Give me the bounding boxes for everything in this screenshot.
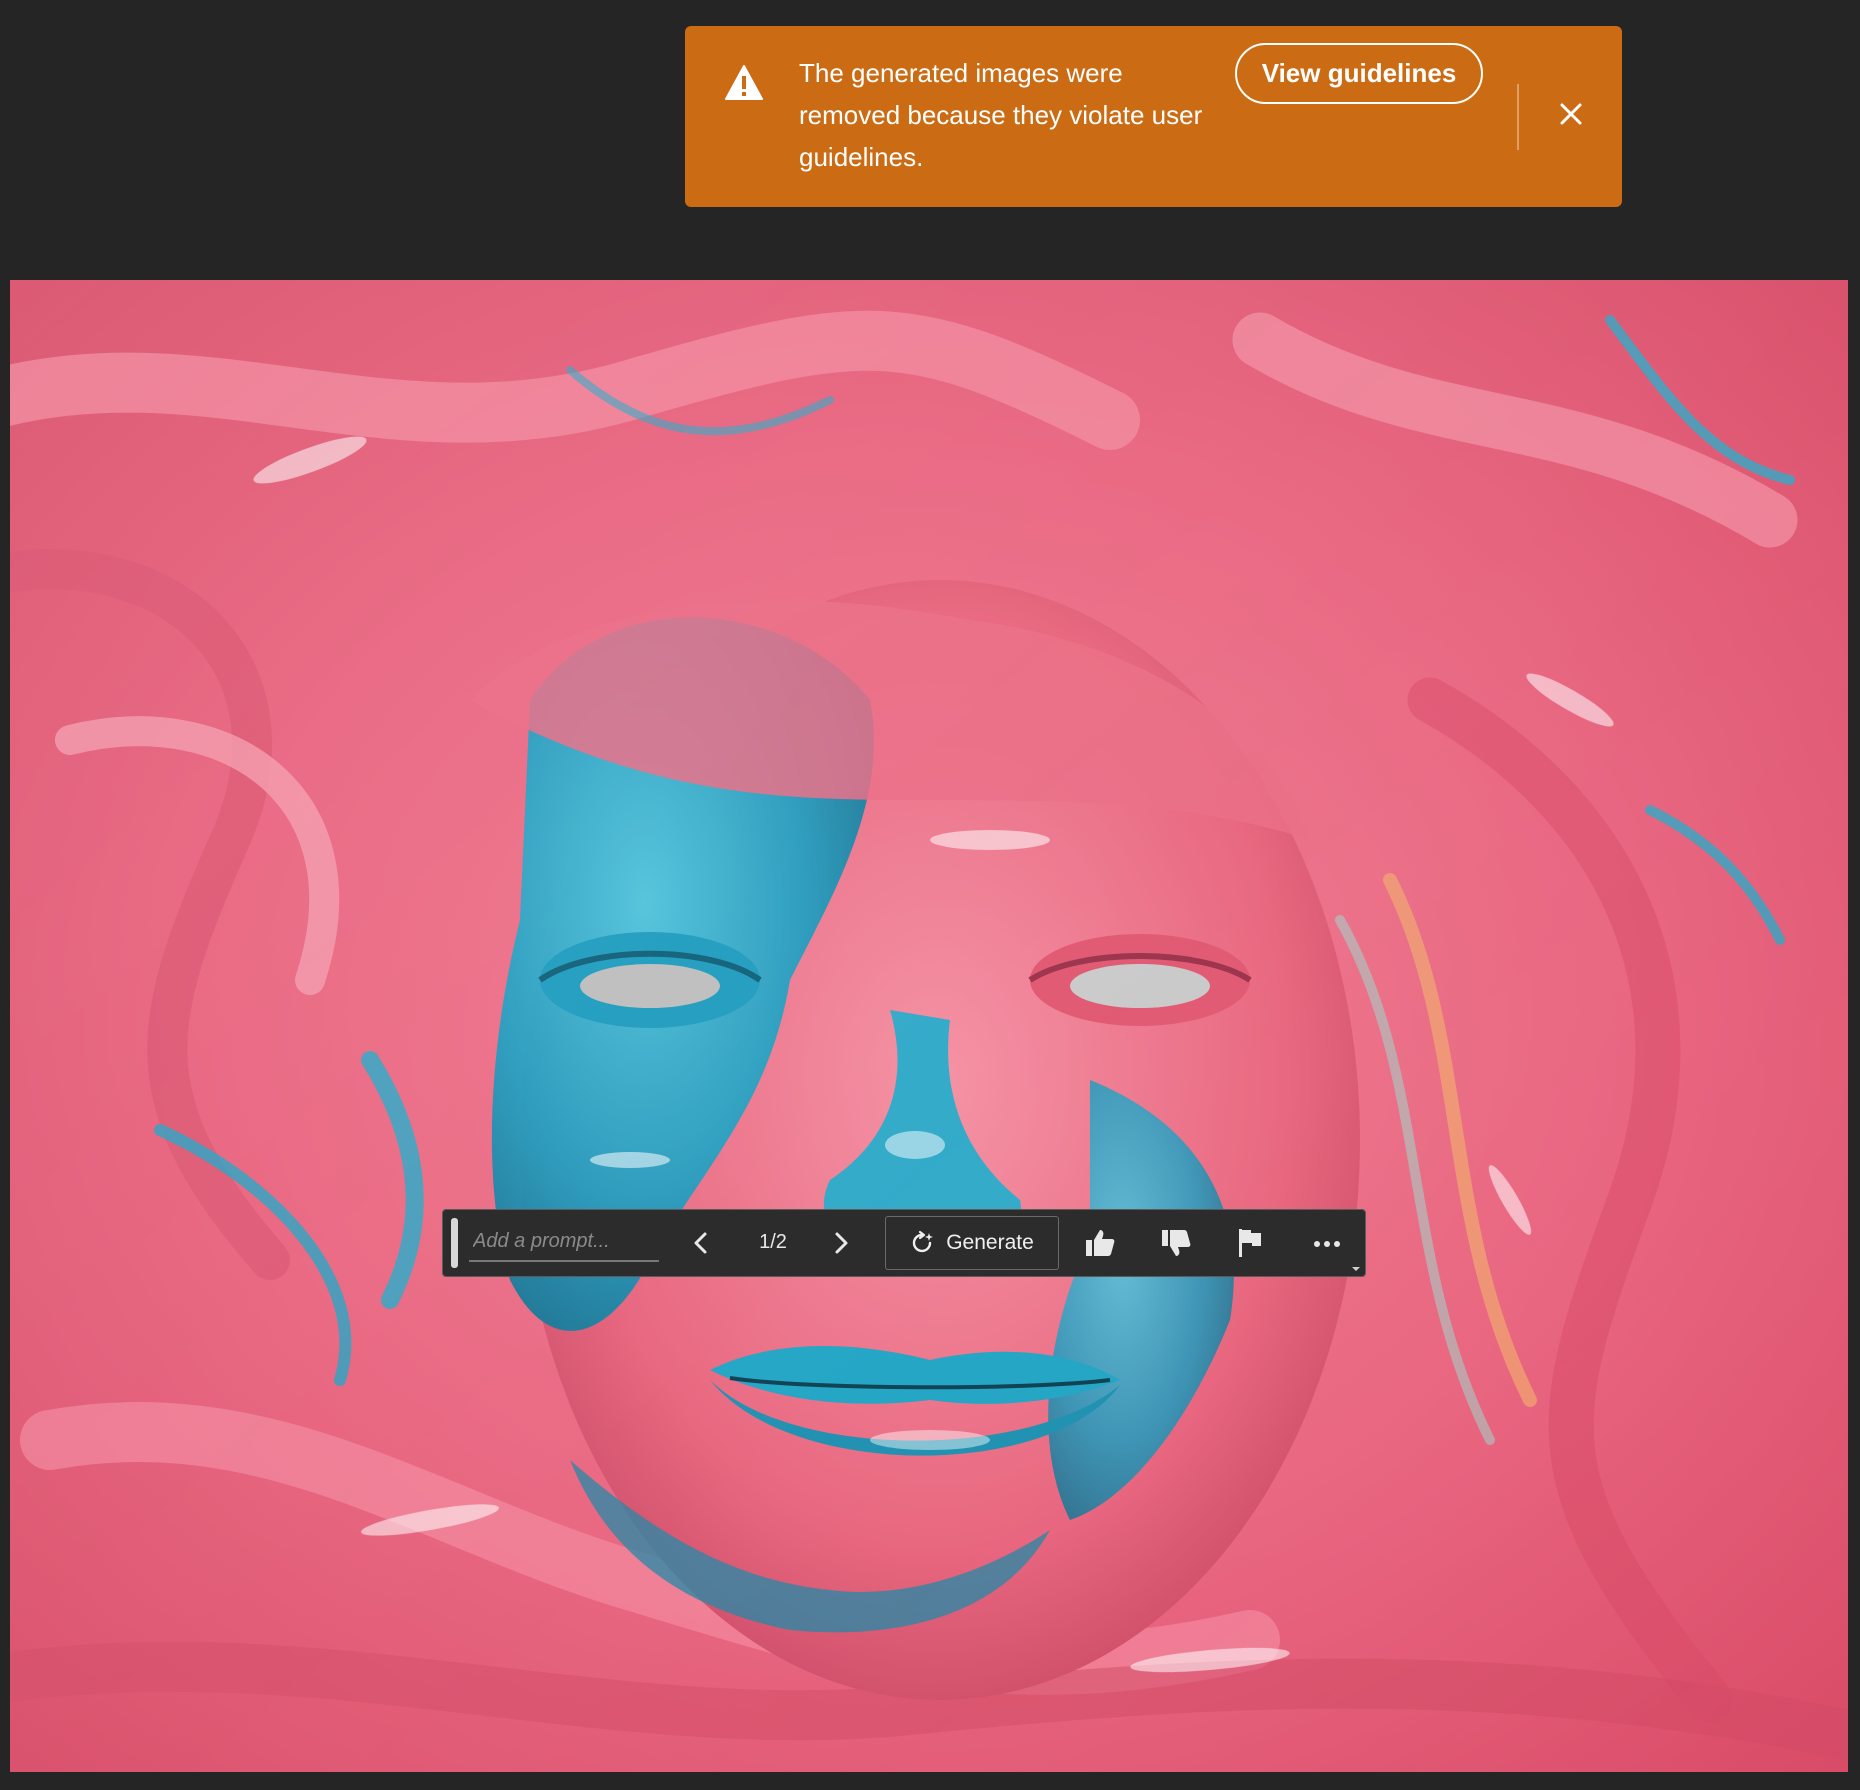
guidelines-toast: The generated images were removed becaus… <box>685 26 1622 207</box>
toast-message: The generated images were removed becaus… <box>799 58 1203 172</box>
flag-icon[interactable] <box>1235 1226 1265 1260</box>
drag-handle[interactable] <box>451 1218 458 1268</box>
generated-image-canvas: 1/2 Generate <box>10 280 1848 1772</box>
generation-toolbar: 1/2 Generate <box>442 1209 1366 1277</box>
page-counter: 1/2 <box>759 1231 787 1253</box>
resize-corner-icon <box>1352 1267 1360 1271</box>
generate-button[interactable]: Generate <box>885 1216 1059 1270</box>
close-icon[interactable] <box>1555 98 1587 130</box>
thumbs-up-icon[interactable] <box>1083 1226 1117 1260</box>
view-guidelines-button[interactable]: View guidelines <box>1235 43 1483 104</box>
chevron-right-icon[interactable] <box>827 1228 855 1258</box>
warning-icon <box>725 65 763 100</box>
prompt-input[interactable] <box>469 1222 659 1262</box>
more-icon[interactable] <box>1311 1230 1343 1258</box>
generate-icon <box>913 1230 934 1253</box>
generated-image <box>10 280 1848 1772</box>
generate-label: Generate <box>946 1231 1034 1254</box>
toast-divider <box>1517 84 1519 150</box>
chevron-left-icon[interactable] <box>687 1228 715 1258</box>
thumbs-down-icon[interactable] <box>1159 1226 1193 1260</box>
